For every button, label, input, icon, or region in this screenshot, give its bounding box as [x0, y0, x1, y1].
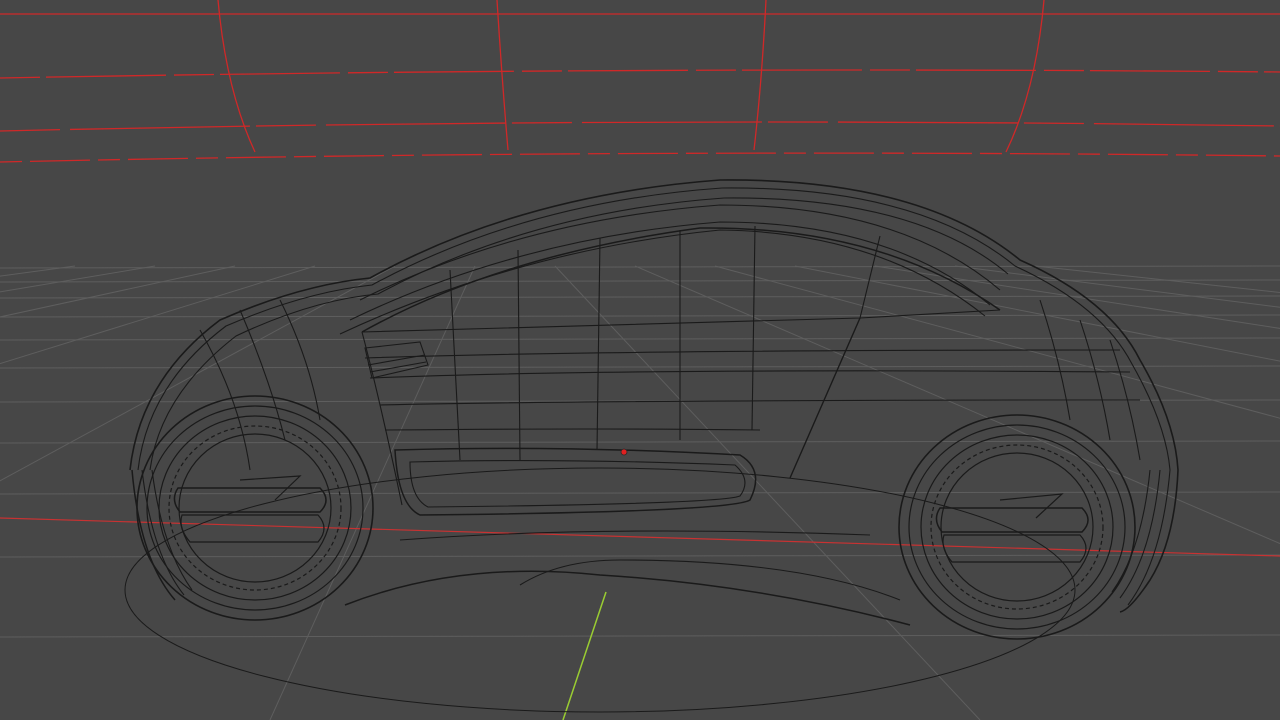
3d-viewport[interactable] [0, 0, 1280, 720]
front-wheel-wireframe[interactable] [136, 395, 374, 621]
backdrop-wireframe [0, 0, 1280, 163]
floor-grid [0, 265, 1280, 720]
y-axis [562, 591, 607, 720]
rear-wheel-wireframe[interactable] [898, 414, 1136, 640]
car-wireframe-mesh[interactable] [129, 179, 1179, 626]
object-origin-marker[interactable] [620, 448, 628, 456]
